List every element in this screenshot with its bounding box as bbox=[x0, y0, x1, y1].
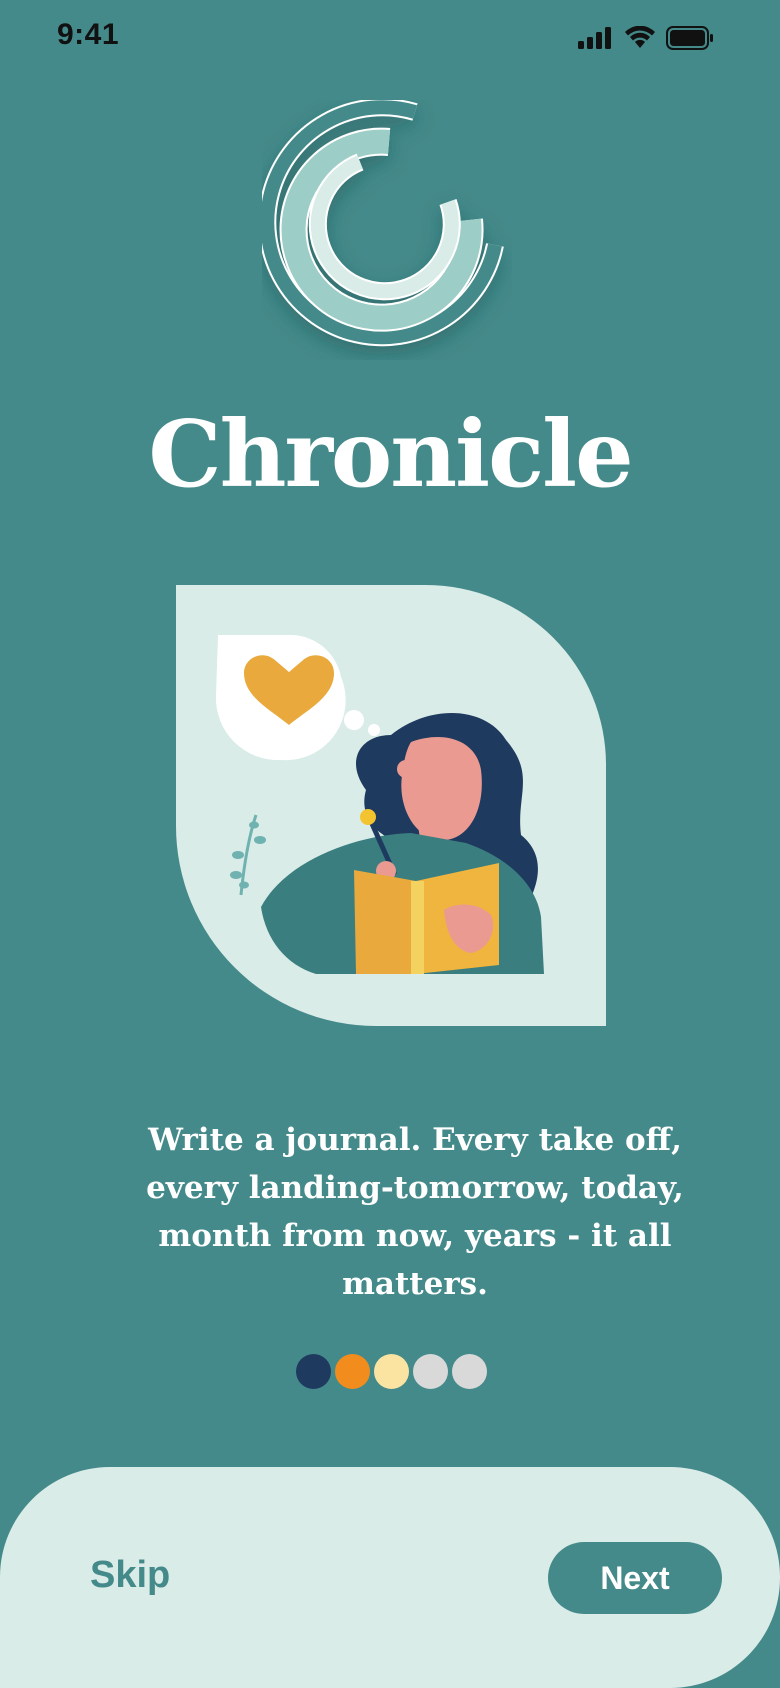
chronicle-logo-icon bbox=[262, 100, 504, 347]
next-button[interactable]: Next bbox=[548, 1542, 722, 1614]
page-dot-2[interactable] bbox=[335, 1354, 370, 1389]
wifi-icon bbox=[625, 26, 655, 48]
battery-icon bbox=[666, 26, 713, 50]
status-bar: 9:41 bbox=[0, 0, 780, 80]
page-dot-1[interactable] bbox=[296, 1354, 331, 1389]
cellular-signal-icon bbox=[578, 27, 611, 49]
page-dot-4[interactable] bbox=[413, 1354, 448, 1389]
status-time: 9:41 bbox=[57, 18, 120, 51]
plant-sprig bbox=[230, 814, 266, 896]
page-dot-5[interactable] bbox=[452, 1354, 487, 1389]
skip-button[interactable]: Skip bbox=[90, 1554, 170, 1597]
page-dot-3[interactable] bbox=[374, 1354, 409, 1389]
journal-illustration bbox=[176, 585, 606, 1026]
page-indicator bbox=[296, 1354, 487, 1389]
thought-bubble bbox=[215, 634, 380, 761]
onboarding-caption: Write a journal. Every take off, every l… bbox=[146, 1122, 684, 1302]
system-icons bbox=[578, 26, 714, 50]
app-title: Chronicle bbox=[148, 400, 633, 508]
